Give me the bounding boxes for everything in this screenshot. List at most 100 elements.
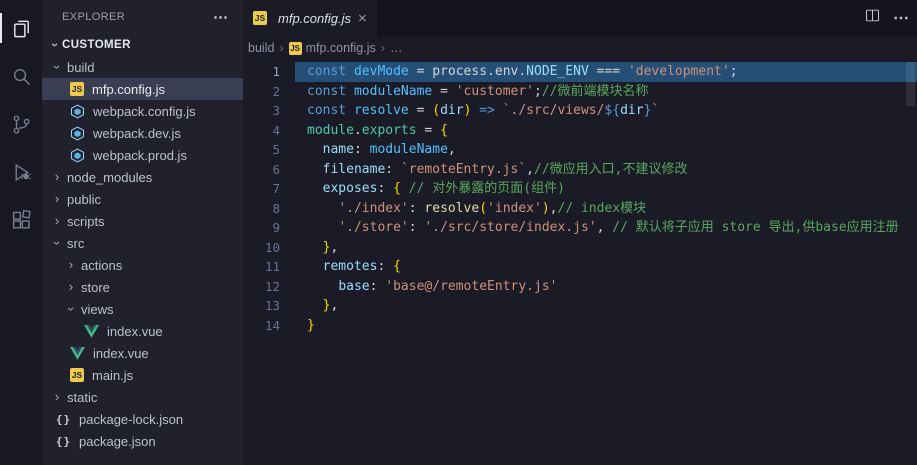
tree-item-label: webpack.dev.js bbox=[93, 126, 181, 141]
line-number: 2 bbox=[243, 82, 295, 102]
source-control-icon[interactable] bbox=[0, 100, 42, 148]
tab-label: mfp.config.js bbox=[278, 11, 351, 26]
file-tree: ›buildJSmfp.config.js webpack.config.js we… bbox=[42, 56, 243, 452]
search-icon[interactable] bbox=[0, 52, 42, 100]
explorer-icon[interactable] bbox=[0, 4, 42, 52]
code-line[interactable]: 10 }, bbox=[243, 238, 917, 258]
code-line[interactable]: 6 filename: `remoteEntry.js`,//微应用入口,不建议… bbox=[243, 160, 917, 180]
tree-item-mfp.config.js[interactable]: JSmfp.config.js bbox=[42, 78, 243, 100]
code-editor[interactable]: 1const devMode = process.env.NODE_ENV ==… bbox=[243, 60, 917, 465]
code-text: }, bbox=[295, 296, 917, 316]
tree-item-label: index.vue bbox=[107, 324, 163, 339]
tree-item-actions[interactable]: ›actions bbox=[42, 254, 243, 276]
more-actions-icon[interactable]: ⋯ bbox=[213, 8, 229, 26]
code-line[interactable]: 9 './store': './src/store/index.js', // … bbox=[243, 218, 917, 238]
tree-item-label: views bbox=[81, 302, 114, 317]
breadcrumb: build›JSmfp.config.js›… bbox=[243, 36, 917, 60]
tree-item-build[interactable]: ›build bbox=[42, 56, 243, 78]
chevron-down-icon: › bbox=[50, 236, 64, 250]
code-line[interactable]: 13 }, bbox=[243, 296, 917, 316]
tree-item-node-modules[interactable]: ›node_modules bbox=[42, 166, 243, 188]
js-icon: JS bbox=[253, 11, 267, 25]
split-editor-icon[interactable] bbox=[864, 7, 881, 29]
tree-item-scripts[interactable]: ›scripts bbox=[42, 210, 243, 232]
breadcrumb-item[interactable]: JSmfp.config.js bbox=[289, 41, 376, 55]
code-text: exposes: { // 对外暴露的页面(组件) bbox=[295, 179, 917, 199]
tree-item-package.json[interactable]: {}package.json bbox=[42, 430, 243, 452]
tree-item-index.vue[interactable]: index.vue bbox=[42, 342, 243, 364]
code-text: const moduleName = 'customer';//微前端模块名称 bbox=[295, 82, 917, 102]
tree-item-webpack.dev.js[interactable]: webpack.dev.js bbox=[42, 122, 243, 144]
code-line[interactable]: 14} bbox=[243, 316, 917, 336]
line-number: 11 bbox=[243, 257, 295, 277]
chevron-down-icon: › bbox=[64, 302, 78, 316]
vscode-window: EXPLORER ⋯ › CUSTOMER ›buildJSmfp.config… bbox=[0, 0, 917, 465]
breadcrumb-item[interactable]: build bbox=[248, 41, 274, 55]
chevron-down-icon: › bbox=[50, 60, 64, 74]
code-line[interactable]: 2const moduleName = 'customer';//微前端模块名称 bbox=[243, 82, 917, 102]
code-line[interactable]: 11 remotes: { bbox=[243, 257, 917, 277]
code-line[interactable]: 7 exposes: { // 对外暴露的页面(组件) bbox=[243, 179, 917, 199]
code-line[interactable]: 1const devMode = process.env.NODE_ENV ==… bbox=[243, 62, 917, 82]
tree-item-views[interactable]: ›views bbox=[42, 298, 243, 320]
line-number: 4 bbox=[243, 121, 295, 141]
tree-item-src[interactable]: ›src bbox=[42, 232, 243, 254]
extensions-icon[interactable] bbox=[0, 196, 42, 244]
webpack-icon bbox=[70, 148, 85, 163]
code-text: './index': resolve('index'),// index模块 bbox=[295, 199, 917, 219]
tree-item-label: node_modules bbox=[67, 170, 152, 185]
tree-item-webpack.prod.js[interactable]: webpack.prod.js bbox=[42, 144, 243, 166]
tree-item-label: package.json bbox=[79, 434, 156, 449]
editor-group: JS mfp.config.js × ⋯ build›JSmfp.config.… bbox=[243, 0, 917, 465]
vue-icon bbox=[84, 325, 99, 338]
breadcrumb-item[interactable]: … bbox=[390, 41, 403, 55]
code-line[interactable]: 5 name: moduleName, bbox=[243, 140, 917, 160]
tree-item-package-lock.json[interactable]: {}package-lock.json bbox=[42, 408, 243, 430]
tree-item-label: scripts bbox=[67, 214, 105, 229]
close-icon[interactable]: × bbox=[357, 11, 368, 26]
code-text: module.exports = { bbox=[295, 121, 917, 141]
code-line[interactable]: 4module.exports = { bbox=[243, 121, 917, 141]
code-text: remotes: { bbox=[295, 257, 917, 277]
code-line[interactable]: 12 base: 'base@/remoteEntry.js' bbox=[243, 277, 917, 297]
chevron-right-icon: › bbox=[50, 214, 64, 228]
sidebar-title: EXPLORER bbox=[62, 11, 125, 23]
chevron-right-icon: › bbox=[50, 390, 64, 404]
line-number: 6 bbox=[243, 160, 295, 180]
tree-item-label: public bbox=[67, 192, 101, 207]
chevron-right-icon: › bbox=[381, 41, 385, 55]
project-name: CUSTOMER bbox=[62, 39, 131, 51]
chevron-down-icon: › bbox=[48, 38, 62, 52]
tree-item-webpack.config.js[interactable]: webpack.config.js bbox=[42, 100, 243, 122]
js-icon: JS bbox=[289, 42, 302, 55]
chevron-right-icon: › bbox=[50, 192, 64, 206]
scrollbar-thumb[interactable] bbox=[906, 62, 915, 106]
code-line[interactable]: 3const resolve = (dir) => `./src/views/$… bbox=[243, 101, 917, 121]
line-number: 8 bbox=[243, 199, 295, 219]
tab-mfp-config-js[interactable]: JS mfp.config.js × bbox=[243, 0, 379, 36]
tree-item-label: webpack.prod.js bbox=[93, 148, 187, 163]
code-text: const resolve = (dir) => `./src/views/${… bbox=[295, 101, 917, 121]
tree-item-store[interactable]: ›store bbox=[42, 276, 243, 298]
editor-actions: ⋯ bbox=[864, 0, 909, 36]
json-icon: {} bbox=[56, 412, 71, 427]
line-number: 7 bbox=[243, 179, 295, 199]
code-line[interactable]: 8 './index': resolve('index'),// index模块 bbox=[243, 199, 917, 219]
webpack-icon bbox=[70, 126, 85, 141]
chevron-right-icon: › bbox=[50, 170, 64, 184]
code-text: name: moduleName, bbox=[295, 140, 917, 160]
tree-item-main.js[interactable]: JSmain.js bbox=[42, 364, 243, 386]
line-number: 3 bbox=[243, 101, 295, 121]
tree-item-label: actions bbox=[81, 258, 122, 273]
run-debug-icon[interactable] bbox=[0, 148, 42, 196]
js-icon: JS bbox=[70, 82, 84, 96]
line-number: 1 bbox=[243, 62, 295, 82]
tree-item-static[interactable]: ›static bbox=[42, 386, 243, 408]
tree-item-index.vue[interactable]: index.vue bbox=[42, 320, 243, 342]
tree-item-public[interactable]: ›public bbox=[42, 188, 243, 210]
tree-item-label: store bbox=[81, 280, 110, 295]
vue-icon bbox=[70, 347, 85, 360]
project-section-header[interactable]: › CUSTOMER bbox=[42, 34, 243, 56]
editor-more-icon[interactable]: ⋯ bbox=[893, 8, 909, 28]
tree-item-label: webpack.config.js bbox=[93, 104, 196, 119]
